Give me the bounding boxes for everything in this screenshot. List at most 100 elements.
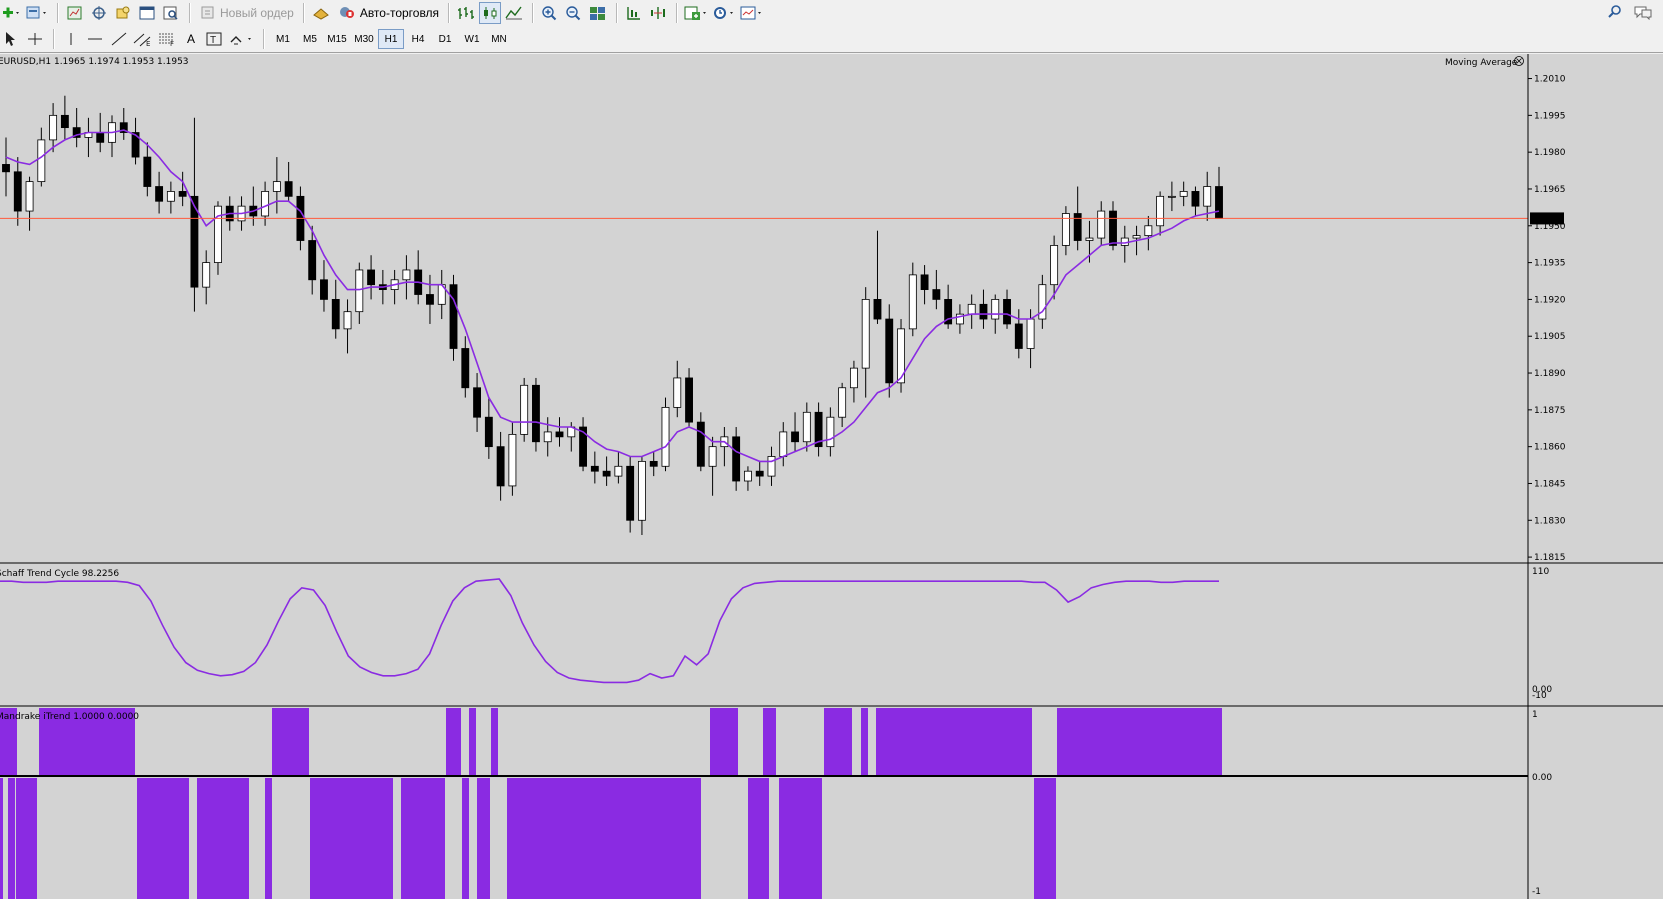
candle-body xyxy=(908,274,917,330)
tester-icon[interactable] xyxy=(160,2,182,24)
candle-body xyxy=(802,411,811,443)
candle-body xyxy=(1156,195,1165,227)
candle-body xyxy=(1003,299,1011,325)
templates-icon[interactable] xyxy=(739,2,765,24)
candle-body xyxy=(1215,186,1223,219)
expert-icon[interactable] xyxy=(310,2,332,24)
timeframe-m30[interactable]: M30 xyxy=(351,29,377,49)
text-icon[interactable]: A xyxy=(180,28,202,50)
bar-chart-icon[interactable] xyxy=(455,2,477,24)
price-pane[interactable] xyxy=(0,95,1528,536)
candle-body xyxy=(202,262,211,288)
candle-body xyxy=(779,431,788,457)
vertical-line-icon[interactable] xyxy=(60,28,82,50)
market-watch-icon[interactable] xyxy=(64,2,86,24)
trendline-icon[interactable] xyxy=(108,28,130,50)
zoom-out-icon[interactable] xyxy=(563,2,585,24)
price-label: 1.1905 xyxy=(1534,332,1566,342)
chart-window[interactable]: 1.2010 1.1995 1.1980 1.1965 1.1950 1.1935 1.19… xyxy=(0,54,1663,899)
itrend-axis-label: 1 xyxy=(1532,710,1538,720)
candle-body xyxy=(767,456,776,477)
itrend-down-bar xyxy=(137,778,189,899)
periods-icon[interactable] xyxy=(711,2,737,24)
itrend-down-bar xyxy=(507,778,701,899)
navigator-icon[interactable] xyxy=(88,2,110,24)
itrend-down-bar xyxy=(265,778,272,899)
timeframe-h4[interactable]: H4 xyxy=(405,29,431,49)
toolbar-separator xyxy=(53,29,55,49)
timeframe-m15[interactable]: M15 xyxy=(324,29,350,49)
timeframe-m1[interactable]: M1 xyxy=(270,29,296,49)
candle-body xyxy=(496,446,505,487)
price-label: 1.1980 xyxy=(1534,148,1566,158)
new-order-label: Новый ордер xyxy=(220,6,294,20)
crosshair-icon[interactable] xyxy=(24,28,46,50)
toolbar-separator xyxy=(57,3,59,23)
equidistant-channel-icon[interactable]: E xyxy=(132,28,154,50)
candle-body xyxy=(626,465,635,521)
stc-axis-label: 110 xyxy=(1532,567,1549,577)
text-label-icon[interactable]: T xyxy=(204,28,226,50)
search-icon[interactable] xyxy=(1607,4,1623,23)
itrend-up-bar xyxy=(469,708,476,775)
itrend-up-bar xyxy=(861,708,868,775)
candle-body xyxy=(1097,210,1106,239)
price-label: 1.1890 xyxy=(1534,369,1566,379)
horizontal-line-icon[interactable] xyxy=(84,28,106,50)
price-label: 1.1815 xyxy=(1534,553,1566,563)
timeframe-h1[interactable]: H1 xyxy=(378,29,404,49)
data-window-icon[interactable] xyxy=(112,2,134,24)
candle-body xyxy=(1179,191,1188,197)
candle-body xyxy=(979,303,988,320)
terminal-icon[interactable] xyxy=(136,2,158,24)
candle-body xyxy=(685,377,693,423)
chart-shift-icon[interactable] xyxy=(647,2,669,24)
candle-body xyxy=(673,377,682,408)
candle-body xyxy=(614,465,623,477)
chart-canvas[interactable]: 1.20101.19951.19801.19651.19501.19351.19… xyxy=(0,54,1663,899)
arrows-icon[interactable] xyxy=(228,28,256,50)
toolbar-separator xyxy=(263,29,265,49)
candle-body xyxy=(143,156,152,187)
new-chart-icon[interactable] xyxy=(0,2,22,24)
svg-text:E: E xyxy=(146,40,150,47)
candle-chart-icon[interactable] xyxy=(479,2,502,24)
tile-windows-icon[interactable] xyxy=(587,2,609,24)
candle-body xyxy=(1144,225,1153,237)
profiles-icon[interactable] xyxy=(24,2,50,24)
auto-scroll-icon[interactable] xyxy=(623,2,645,24)
schaff-trend-cycle-pane[interactable] xyxy=(0,578,1219,684)
price-label: 1.1920 xyxy=(1534,295,1566,305)
candle-body xyxy=(426,294,434,305)
zoom-in-icon[interactable] xyxy=(539,2,561,24)
candle-body xyxy=(920,274,929,290)
new-order-icon xyxy=(200,4,216,23)
fibonacci-icon[interactable]: F xyxy=(156,28,178,50)
itrend-axis-label: -1 xyxy=(1532,887,1541,897)
timeframe-w1[interactable]: W1 xyxy=(459,29,485,49)
indicators-icon[interactable] xyxy=(683,2,709,24)
new-order-button[interactable]: Новый ордер xyxy=(196,2,298,24)
line-chart-icon[interactable] xyxy=(503,2,525,24)
itrend-down-bar xyxy=(8,778,15,899)
auto-trading-button[interactable]: Авто-торговля xyxy=(334,2,443,24)
candle-body xyxy=(967,303,976,315)
itrend-down-bar xyxy=(1034,778,1056,899)
candle-body xyxy=(355,269,364,313)
itrend-up-bar xyxy=(272,708,309,775)
candle-body xyxy=(555,431,564,438)
chat-icon[interactable] xyxy=(1633,4,1653,23)
price-label: 1.1875 xyxy=(1534,406,1566,416)
candle-body xyxy=(1191,191,1200,207)
timeframe-mn[interactable]: MN xyxy=(486,29,512,49)
itrend-up-bar xyxy=(763,708,776,775)
itrend-down-bar xyxy=(779,778,822,899)
cursor-icon[interactable] xyxy=(0,28,22,50)
timeframe-d1[interactable]: D1 xyxy=(432,29,458,49)
timeframe-m5[interactable]: M5 xyxy=(297,29,323,49)
candle-body xyxy=(60,114,69,129)
candle-body xyxy=(696,421,705,467)
candle-body xyxy=(214,205,222,263)
candle-body xyxy=(331,299,340,330)
mandrake-itrend-pane[interactable] xyxy=(0,708,1528,899)
